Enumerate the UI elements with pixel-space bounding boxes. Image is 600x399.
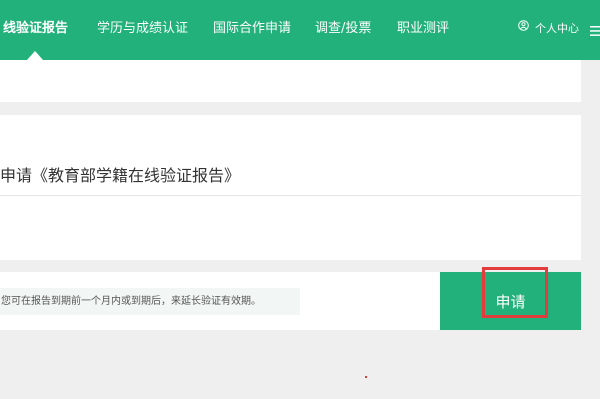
active-tab-indicator — [27, 51, 43, 60]
user-circle-icon — [518, 0, 529, 57]
red-dot-mark — [365, 376, 367, 378]
nav-item-survey-vote[interactable]: 调查/投票 — [315, 0, 371, 60]
nav-item-international-cooperation[interactable]: 国际合作申请 — [213, 0, 291, 60]
extension-note-text: 您可在报告到期前一个月内或到期后，来延长验证有效期。 — [0, 288, 300, 315]
application-card: 申请《教育部学籍在线验证报告》 — [0, 115, 581, 260]
nav-item-career-assessment[interactable]: 职业测评 — [397, 0, 449, 60]
highlight-annotation-box — [482, 267, 548, 318]
hamburger-menu-icon[interactable] — [590, 23, 600, 37]
top-navigation-bar: 线验证报告 学历与成绩认证 国际合作申请 调查/投票 职业测评 个人中心 — [0, 0, 600, 60]
user-center-label: 个人中心 — [535, 22, 579, 35]
extension-note-panel: 您可在报告到期前一个月内或到期后，来延长验证有效期。 — [0, 272, 442, 330]
card-divider — [0, 195, 581, 196]
user-center-link[interactable]: 个人中心 — [518, 0, 579, 60]
application-title: 申请《教育部学籍在线验证报告》 — [0, 166, 241, 185]
sub-header-strip — [0, 60, 581, 102]
nav-item-degree-certification[interactable]: 学历与成绩认证 — [97, 0, 188, 60]
